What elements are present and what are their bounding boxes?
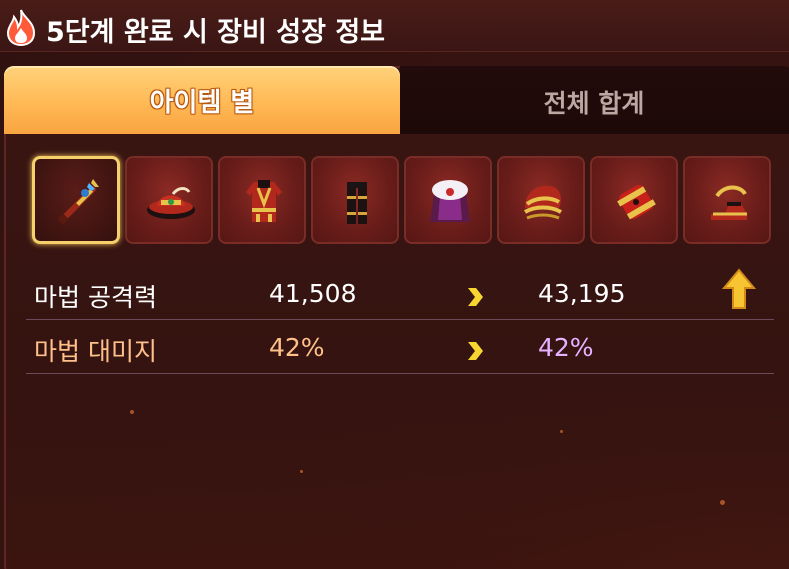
equipment-slot-pants[interactable]	[311, 156, 399, 244]
stat-row-magic-damage: 마법 대미지 42% 42%	[26, 322, 774, 374]
stat-name: 마법 공격력	[34, 283, 157, 312]
chevron-right-icon	[468, 288, 483, 306]
stat-row-magic-attack: 마법 공격력 41,508 43,195	[26, 268, 774, 320]
equipment-slot-shoulder[interactable]	[497, 156, 585, 244]
tab-by-item[interactable]: 아이템 별	[4, 66, 400, 134]
equipment-growth-panel: 5단계 완료 시 장비 성장 정보 아이템 별 전체 합계 마법 공격력 41,…	[0, 0, 789, 569]
tab-total-sum-label: 전체 합계	[543, 89, 645, 118]
equipment-slot-overall[interactable]	[218, 156, 306, 244]
tab-by-item-label: 아이템 별	[149, 88, 255, 118]
tab-bar: 아이템 별 전체 합계	[4, 66, 789, 134]
flame-icon	[6, 9, 36, 46]
ember-particle	[130, 410, 134, 414]
ember-particle	[560, 430, 563, 433]
gloves-icon	[617, 185, 656, 220]
ember-particle	[300, 470, 303, 473]
cape-icon	[430, 180, 470, 222]
stat-value-before: 41,508	[269, 279, 357, 308]
shoes-icon	[711, 185, 747, 220]
hat-icon	[147, 187, 195, 219]
stat-value-before: 42%	[269, 333, 325, 362]
equipment-slot-shoes[interactable]	[683, 156, 771, 244]
shoulder-icon	[523, 185, 563, 220]
pants-icon	[347, 182, 367, 224]
stat-name: 마법 대미지	[34, 337, 157, 366]
equipment-slot-hat[interactable]	[125, 156, 213, 244]
overall-armor-icon	[246, 180, 282, 222]
equipment-slot-gloves[interactable]	[590, 156, 678, 244]
chevron-right-icon	[468, 342, 483, 360]
equipment-slot-cape[interactable]	[404, 156, 492, 244]
panel-title: 5단계 완료 시 장비 성장 정보	[46, 17, 386, 48]
equipment-slot-list	[32, 156, 777, 246]
ember-particle	[720, 500, 725, 505]
panel-header: 5단계 완료 시 장비 성장 정보	[0, 0, 789, 52]
stat-value-after: 42%	[538, 333, 594, 362]
arrow-up-icon	[722, 268, 756, 309]
stat-value-after: 43,195	[538, 279, 626, 308]
staff-weapon-icon	[57, 179, 99, 225]
tab-total-sum[interactable]: 전체 합계	[400, 66, 789, 134]
equipment-slot-weapon[interactable]	[32, 156, 120, 244]
